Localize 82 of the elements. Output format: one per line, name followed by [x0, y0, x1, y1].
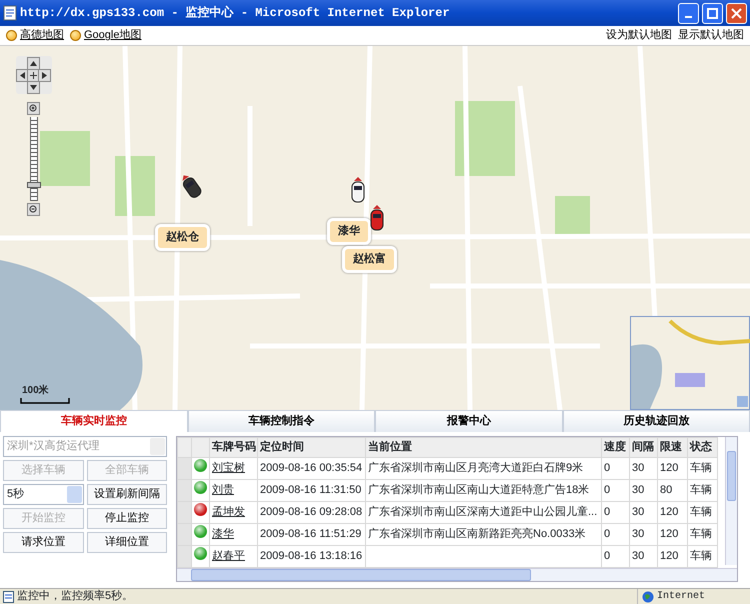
window-title: http://dx.gps133.com - 监控中心 - Microsoft Internet Explorer	[20, 4, 450, 22]
table-cell: 30	[630, 458, 658, 480]
control-button[interactable]: 停止监控	[86, 508, 167, 529]
table-cell: 80	[658, 480, 688, 502]
table-cell: 广东省深圳市南山区月亮湾大道距白石牌9米	[366, 458, 602, 480]
zoom-slider-thumb[interactable]	[27, 182, 41, 188]
maximize-icon	[707, 8, 718, 18]
minimize-icon	[685, 16, 692, 18]
zoom-in-button[interactable]	[27, 102, 40, 115]
tab[interactable]: 报警中心	[375, 410, 562, 432]
vertical-scrollbar[interactable]	[725, 437, 737, 565]
minimize-button[interactable]	[678, 2, 699, 24]
zoom-out-icon	[29, 205, 38, 214]
column-header[interactable]: 状态	[688, 438, 718, 458]
vehicle-label[interactable]: 赵松仓	[155, 224, 210, 250]
arrow-right-icon	[42, 72, 47, 79]
table-cell: 广东省深圳市南山区南山大道距特意广告18米	[366, 480, 602, 502]
globe-icon	[642, 590, 654, 602]
arrow-left-icon	[20, 72, 25, 79]
table-cell: 车辆	[688, 458, 718, 480]
page-icon	[3, 5, 17, 21]
table-cell: 120	[658, 502, 688, 524]
table-cell: 广东省深圳市南山区深南大道距中山公园儿童...	[366, 502, 602, 524]
pan-right-button[interactable]	[38, 69, 51, 82]
pan-down-button[interactable]	[27, 81, 40, 94]
control-button[interactable]: 详细位置	[86, 532, 167, 553]
table-cell: 120	[658, 524, 688, 546]
table-cell: 2009-08-16 09:28:08	[258, 502, 366, 524]
table-cell: 120	[658, 458, 688, 480]
column-header[interactable]: 间隔	[630, 438, 658, 458]
horizontal-scrollbar[interactable]	[177, 568, 737, 581]
table-cell: 车辆	[688, 524, 718, 546]
table-cell: 车辆	[688, 480, 718, 502]
table-cell: 车辆	[688, 502, 718, 524]
table-cell: 0	[602, 502, 630, 524]
scrollbar-thumb[interactable]	[191, 569, 531, 581]
table-cell: 2009-08-16 11:51:29	[258, 524, 366, 546]
park-area	[40, 131, 90, 186]
table-cell: 30	[630, 480, 658, 502]
table-cell: 30	[630, 502, 658, 524]
vehicle-label[interactable]: 赵松富	[342, 246, 397, 272]
page-icon	[3, 590, 14, 602]
control-button[interactable]: 设置刷新间隔	[86, 484, 167, 505]
tab[interactable]: 历史轨迹回放	[562, 410, 750, 432]
close-icon	[731, 8, 742, 18]
arrow-up-icon	[30, 61, 37, 66]
table-cell: 0	[602, 458, 630, 480]
pan-up-button[interactable]	[27, 57, 40, 70]
table-cell: 2009-08-16 00:35:54	[258, 458, 366, 480]
crosshair-icon	[30, 72, 37, 79]
map-action-link[interactable]: 显示默认地图	[678, 27, 744, 44]
column-header[interactable]: 当前位置	[366, 438, 602, 458]
tab[interactable]: 车辆控制指令	[188, 410, 375, 432]
park-area	[555, 196, 590, 236]
zoom-out-button[interactable]	[27, 203, 40, 216]
scale-label: 100米	[22, 386, 49, 396]
arrow-down-icon	[30, 85, 37, 90]
vehicle-label[interactable]: 漆华	[327, 218, 371, 244]
table-cell: 广东省深圳市南山区南新路距亮亮No.0033米	[366, 524, 602, 546]
scale-bar	[20, 398, 70, 404]
scrollbar-thumb[interactable]	[727, 451, 736, 501]
column-header[interactable]: 限速	[658, 438, 688, 458]
control-button[interactable]: 请求位置	[3, 532, 84, 553]
column-header[interactable]: 车牌号码	[210, 438, 258, 458]
dropdown[interactable]: 5秒	[3, 484, 84, 505]
maximize-button[interactable]	[702, 2, 723, 24]
close-button[interactable]	[726, 2, 747, 24]
table-cell: 0	[602, 480, 630, 502]
column-header[interactable]: 速度	[602, 438, 630, 458]
security-zone-label: Internet	[657, 590, 706, 604]
column-header[interactable]: 定位时间	[258, 438, 366, 458]
map-source-link[interactable]: 高德地图	[20, 27, 64, 44]
bullet-icon	[6, 30, 17, 41]
map-action-link[interactable]: 设为默认地图	[606, 27, 672, 44]
table-cell: 2009-08-16 11:31:50	[258, 480, 366, 502]
tab[interactable]: 车辆实时监控	[0, 410, 188, 432]
bullet-icon	[70, 30, 81, 41]
zoom-in-icon	[29, 104, 38, 113]
map-source-link[interactable]: Google地图	[84, 27, 142, 44]
status-text: 监控中，监控频率5秒。	[17, 588, 134, 604]
table-cell: 30	[630, 524, 658, 546]
table-cell: 0	[602, 524, 630, 546]
